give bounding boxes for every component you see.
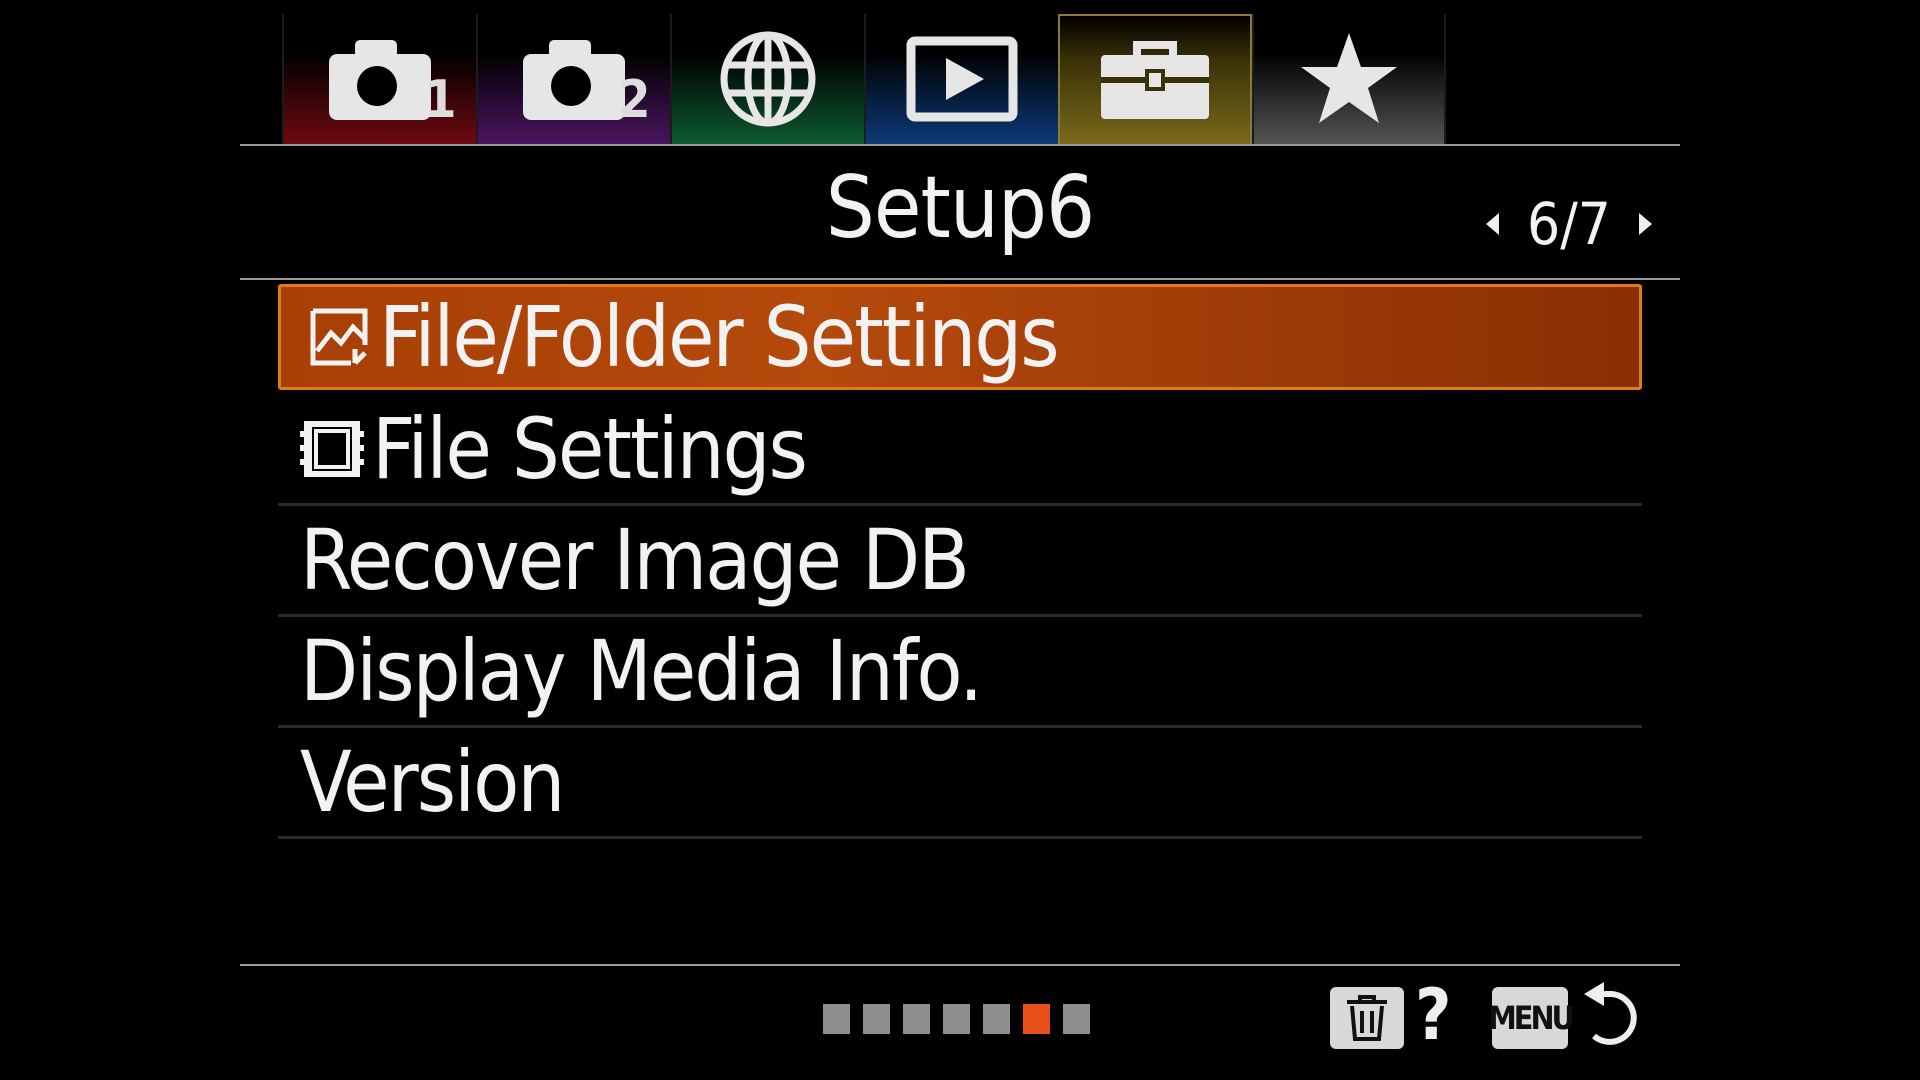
menu-item-file-folder-settings[interactable]: File/Folder Settings	[278, 284, 1642, 390]
menu-item-recover-image-db[interactable]: Recover Image DB	[278, 506, 1642, 617]
trash-icon	[1347, 995, 1387, 1041]
footer-divider	[240, 964, 1680, 966]
toolbox-icon	[1101, 41, 1209, 119]
page-dot	[983, 1004, 1010, 1034]
tab-number: 1	[424, 70, 457, 130]
tab-number: 2	[618, 70, 651, 130]
menu-item-file-settings[interactable]: File Settings	[278, 395, 1642, 506]
previous-page-arrow-icon[interactable]	[1486, 213, 1500, 235]
return-arrow-icon	[1584, 982, 1637, 1045]
menu-item-label: Version	[300, 733, 565, 831]
menu-back-button[interactable]: MENU	[1488, 987, 1575, 1049]
page-dot	[1063, 1004, 1090, 1034]
tab-playback[interactable]	[864, 14, 1058, 144]
page-dot	[863, 1004, 890, 1034]
camera-icon	[329, 40, 431, 120]
title-divider	[240, 278, 1680, 280]
menu-item-label: Recover Image DB	[300, 511, 970, 609]
film-icon	[300, 421, 364, 477]
play-icon	[906, 36, 1018, 122]
page-dot	[903, 1004, 930, 1034]
menu-item-label: File Settings	[372, 400, 808, 498]
globe-icon	[720, 31, 816, 127]
menu-item-version[interactable]: Version	[278, 728, 1642, 839]
next-page-arrow-icon[interactable]	[1639, 213, 1652, 235]
settings-menu: File/Folder Settings File Settings Recov…	[278, 284, 1642, 839]
page-number: 6/7	[1527, 190, 1611, 258]
page-dot	[823, 1004, 850, 1034]
photo-icon	[310, 308, 368, 366]
header-divider	[240, 144, 1680, 146]
menu-item-label: Display Media Info.	[300, 622, 983, 720]
menu-item-label: File/Folder Settings	[379, 288, 1060, 386]
menu-tabs: 1 2	[282, 14, 1446, 144]
menu-item-display-media-info[interactable]: Display Media Info.	[278, 617, 1642, 728]
page-indicator: 6/7	[1486, 190, 1652, 258]
camera-icon	[523, 40, 625, 120]
page-dot-active	[1023, 1004, 1050, 1034]
tab-setup[interactable]	[1058, 14, 1252, 144]
help-trash-button[interactable]	[1330, 987, 1404, 1049]
help-label: ?	[1415, 974, 1452, 1056]
tab-shooting-2[interactable]: 2	[476, 14, 670, 144]
tab-network[interactable]	[670, 14, 864, 144]
tab-my-menu[interactable]	[1252, 14, 1446, 144]
page-dot	[943, 1004, 970, 1034]
star-icon	[1301, 33, 1397, 123]
tab-shooting-1[interactable]: 1	[282, 14, 476, 144]
page-dots	[823, 1004, 1090, 1034]
